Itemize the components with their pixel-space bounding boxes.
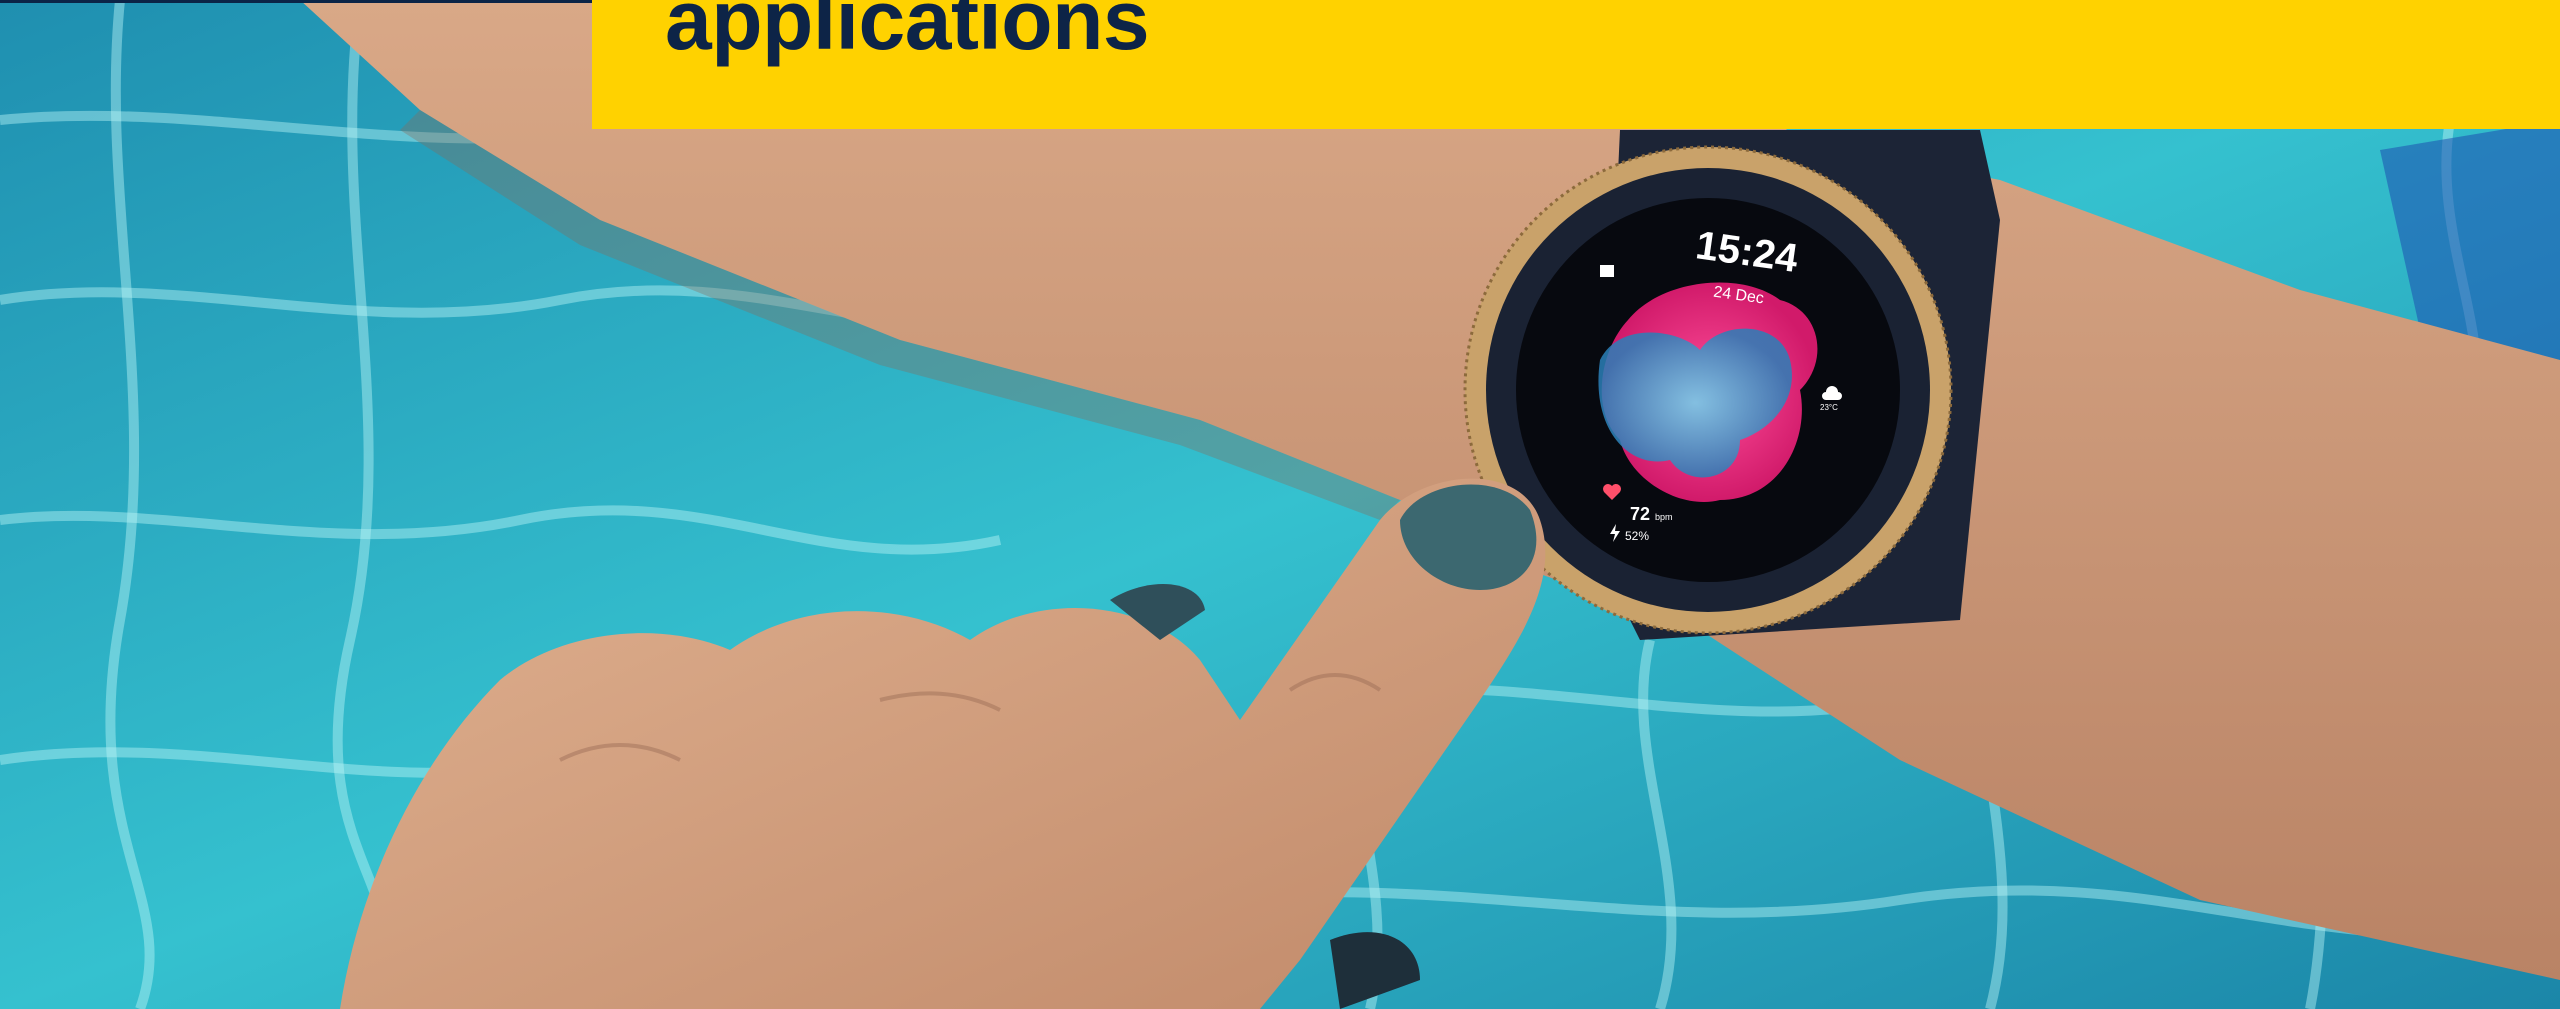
hero-photo: 15:24 24 Dec 72 bpm 52% 23°C — [0, 0, 2560, 1009]
banner-title: applications — [665, 0, 1150, 67]
watch-heart-rate-unit: bpm — [1655, 512, 1673, 522]
watch-heart-rate: 72 — [1630, 504, 1650, 524]
top-accent-strip — [0, 0, 592, 3]
watch-battery: 52% — [1625, 529, 1649, 543]
title-banner: applications — [592, 0, 2560, 129]
notification-icon — [1600, 265, 1614, 277]
watch-weather: 23°C — [1820, 403, 1838, 412]
pool-scene: 15:24 24 Dec 72 bpm 52% 23°C — [0, 0, 2560, 1009]
